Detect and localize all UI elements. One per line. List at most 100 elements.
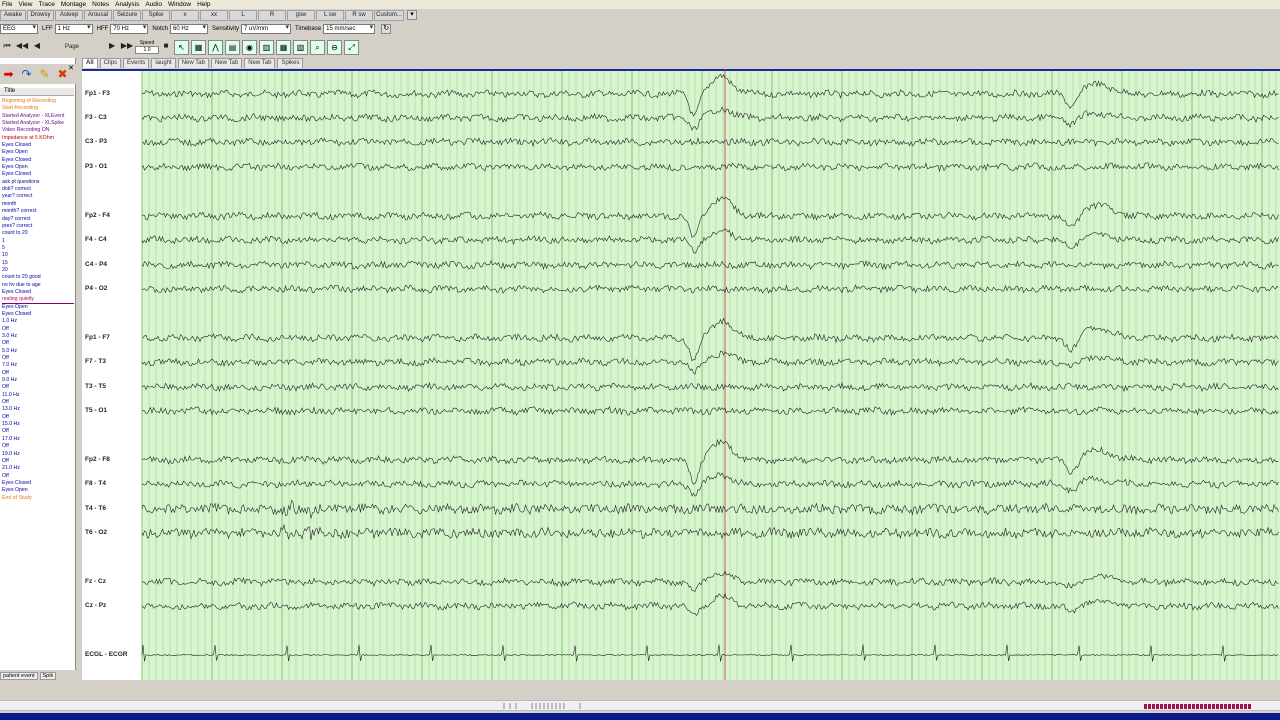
event-list-item[interactable]: Off xyxy=(2,384,74,391)
channel-label[interactable]: C4 - P4 xyxy=(85,261,107,268)
channel-label[interactable]: T3 - T5 xyxy=(85,383,106,390)
event-list-item[interactable]: 5 xyxy=(2,245,74,252)
tab-spikes[interactable]: Spikes xyxy=(277,58,304,68)
menu-item-audio[interactable]: Audio xyxy=(145,1,162,8)
event-list-item[interactable]: year? correct xyxy=(2,193,74,200)
event-list-item[interactable]: dob? correct xyxy=(2,186,74,193)
jump-icon[interactable]: ↷ xyxy=(18,66,35,82)
menu-item-trace[interactable]: Trace xyxy=(38,1,54,8)
channel-label[interactable]: P4 - O2 xyxy=(85,285,107,292)
event-list-item[interactable]: Off xyxy=(2,399,74,406)
event-list-item[interactable]: 9.0 Hz xyxy=(2,377,74,384)
cursor-icon[interactable]: ↖ xyxy=(174,39,190,55)
event-list-item[interactable]: Started Analyzer - XLSpike xyxy=(2,120,74,127)
event-list-item[interactable]: no hv due to age xyxy=(2,282,74,289)
note-icon[interactable]: ✎ xyxy=(36,66,53,82)
event-list-item[interactable]: Eyes Closed xyxy=(2,171,74,178)
event-list-item[interactable]: ask pt questions xyxy=(2,179,74,186)
event-list-item[interactable]: 5.0 Hz xyxy=(2,348,74,355)
event-list-item[interactable]: Eyes Closed xyxy=(2,311,74,318)
play-icon[interactable]: ▶ xyxy=(105,40,119,54)
channel-label[interactable]: F8 - T4 xyxy=(85,480,106,487)
tab-new-tab[interactable]: New Tab xyxy=(244,58,276,68)
spike-icon[interactable]: ⋀ xyxy=(208,39,224,55)
channel-label[interactable]: ECGL - ECGR xyxy=(85,651,128,658)
event-list-item[interactable]: Off xyxy=(2,326,74,333)
annotation-button-arousal[interactable]: Arousal xyxy=(84,10,112,21)
event-list-item[interactable]: Off xyxy=(2,443,74,450)
event-list-item[interactable]: End of Study xyxy=(2,495,74,502)
menu-item-montage[interactable]: Montage xyxy=(61,1,86,8)
dropdown-icon[interactable]: ▾ xyxy=(407,10,417,20)
montage-icon[interactable]: ▦ xyxy=(191,39,207,55)
tab-clips[interactable]: Clips xyxy=(99,58,122,68)
event-list-item[interactable]: Off xyxy=(2,428,74,435)
tab-new-tab[interactable]: New Tab xyxy=(210,58,243,68)
channel-label[interactable]: F4 - C4 xyxy=(85,236,107,243)
annotation-button-gsw[interactable]: gsw xyxy=(287,10,315,21)
event-list-item[interactable]: pres? correct xyxy=(2,223,74,230)
event-list-item[interactable]: count to 20 xyxy=(2,230,74,237)
event-list-item[interactable]: 15 xyxy=(2,260,74,267)
event-list-item[interactable]: resting quietly xyxy=(2,296,74,304)
camera-icon[interactable]: ◉ xyxy=(242,39,258,55)
event-list-item[interactable]: Eyes Closed xyxy=(2,157,74,164)
grid-icon[interactable]: ▤ xyxy=(225,39,241,55)
event-list-item[interactable]: Off xyxy=(2,473,74,480)
event-list-item[interactable]: Eyes Closed xyxy=(2,480,74,487)
event-list-item[interactable]: 1 xyxy=(2,238,74,245)
annotation-button-l[interactable]: L xyxy=(229,10,257,21)
channel-label[interactable]: Fp1 - F3 xyxy=(85,90,110,97)
event-list-item[interactable]: month xyxy=(2,201,74,208)
event-list-item[interactable]: month? correct xyxy=(2,208,74,215)
annotation-button-xx[interactable]: xx xyxy=(200,10,228,21)
hff-select[interactable]: 70 Hz xyxy=(110,23,149,34)
event-list-item[interactable]: Off xyxy=(2,340,74,347)
measure-icon[interactable]: ⤢ xyxy=(344,39,360,55)
channel-label[interactable]: Fp2 - F8 xyxy=(85,456,110,463)
event-list-item[interactable]: 3.0 Hz xyxy=(2,333,74,340)
patient-event-tab[interactable]: patient event xyxy=(0,672,38,680)
channel-label[interactable]: Fp2 - F4 xyxy=(85,212,110,219)
annotation-button-x[interactable]: x xyxy=(171,10,199,21)
spike-tab[interactable]: Spik xyxy=(39,672,57,680)
channel-label[interactable]: C3 - P3 xyxy=(85,138,107,145)
annotation-button-r-sw[interactable]: R sw xyxy=(345,10,373,21)
annotation-button-custom-[interactable]: Custom... xyxy=(374,10,404,21)
stop-icon[interactable]: ■ xyxy=(159,40,173,54)
event-list-item[interactable]: count to 20 good xyxy=(2,274,74,281)
event-list-item[interactable]: Eyes Open xyxy=(2,304,74,311)
annotation-button-awake[interactable]: Awake xyxy=(0,10,26,21)
layers-icon[interactable]: ▧ xyxy=(293,39,309,55)
timebase-select[interactable]: 15 mm/sec xyxy=(323,23,376,34)
event-list-item[interactable]: 17.0 Hz xyxy=(2,436,74,443)
event-list-item[interactable]: Off xyxy=(2,355,74,362)
timeline-scrollbar[interactable] xyxy=(0,700,1280,711)
menu-item-window[interactable]: Window xyxy=(168,1,191,8)
zoom-icon[interactable]: ⌕ xyxy=(310,39,326,55)
event-list-item[interactable]: Off xyxy=(2,414,74,421)
event-list-item[interactable]: Eyes Open xyxy=(2,164,74,171)
event-list-item[interactable]: Started Analyzer - XLEvent xyxy=(2,113,74,120)
event-list-item[interactable]: 7.0 Hz xyxy=(2,362,74,369)
table-icon[interactable]: ▦ xyxy=(276,39,292,55)
channel-label[interactable]: F3 - C3 xyxy=(85,114,107,121)
channel-label[interactable]: Fp1 - F7 xyxy=(85,334,110,341)
annotation-button-spike[interactable]: Spike xyxy=(142,10,170,21)
speed-control[interactable]: Speed 1.0 xyxy=(135,40,160,54)
event-list-item[interactable]: Eyes Open xyxy=(2,487,74,494)
event-list-item[interactable]: Impedance at 5 KOhm xyxy=(2,135,74,142)
refresh-icon[interactable]: ↻ xyxy=(381,23,392,34)
eeg-display[interactable]: Fp1 - F3 F3 - C3 C3 - P3 P3 - O1 Fp2 - F4 F4 … xyxy=(82,69,1280,680)
prev-page-icon[interactable]: ◀ xyxy=(30,40,44,54)
close-icon[interactable]: ✕ xyxy=(68,64,74,72)
lff-select[interactable]: 1 Hz xyxy=(54,23,93,34)
event-list-item[interactable]: 13.0 Hz xyxy=(2,406,74,413)
annotation-button-l-sw[interactable]: L sw xyxy=(316,10,344,21)
menu-item-file[interactable]: File xyxy=(2,1,12,8)
event-list-item[interactable]: 19.0 Hz xyxy=(2,451,74,458)
event-list-item[interactable]: Off xyxy=(2,370,74,377)
channel-label[interactable]: Cz - Pz xyxy=(85,602,106,609)
menu-item-help[interactable]: Help xyxy=(197,1,210,8)
event-list-item[interactable]: 15.0 Hz xyxy=(2,421,74,428)
